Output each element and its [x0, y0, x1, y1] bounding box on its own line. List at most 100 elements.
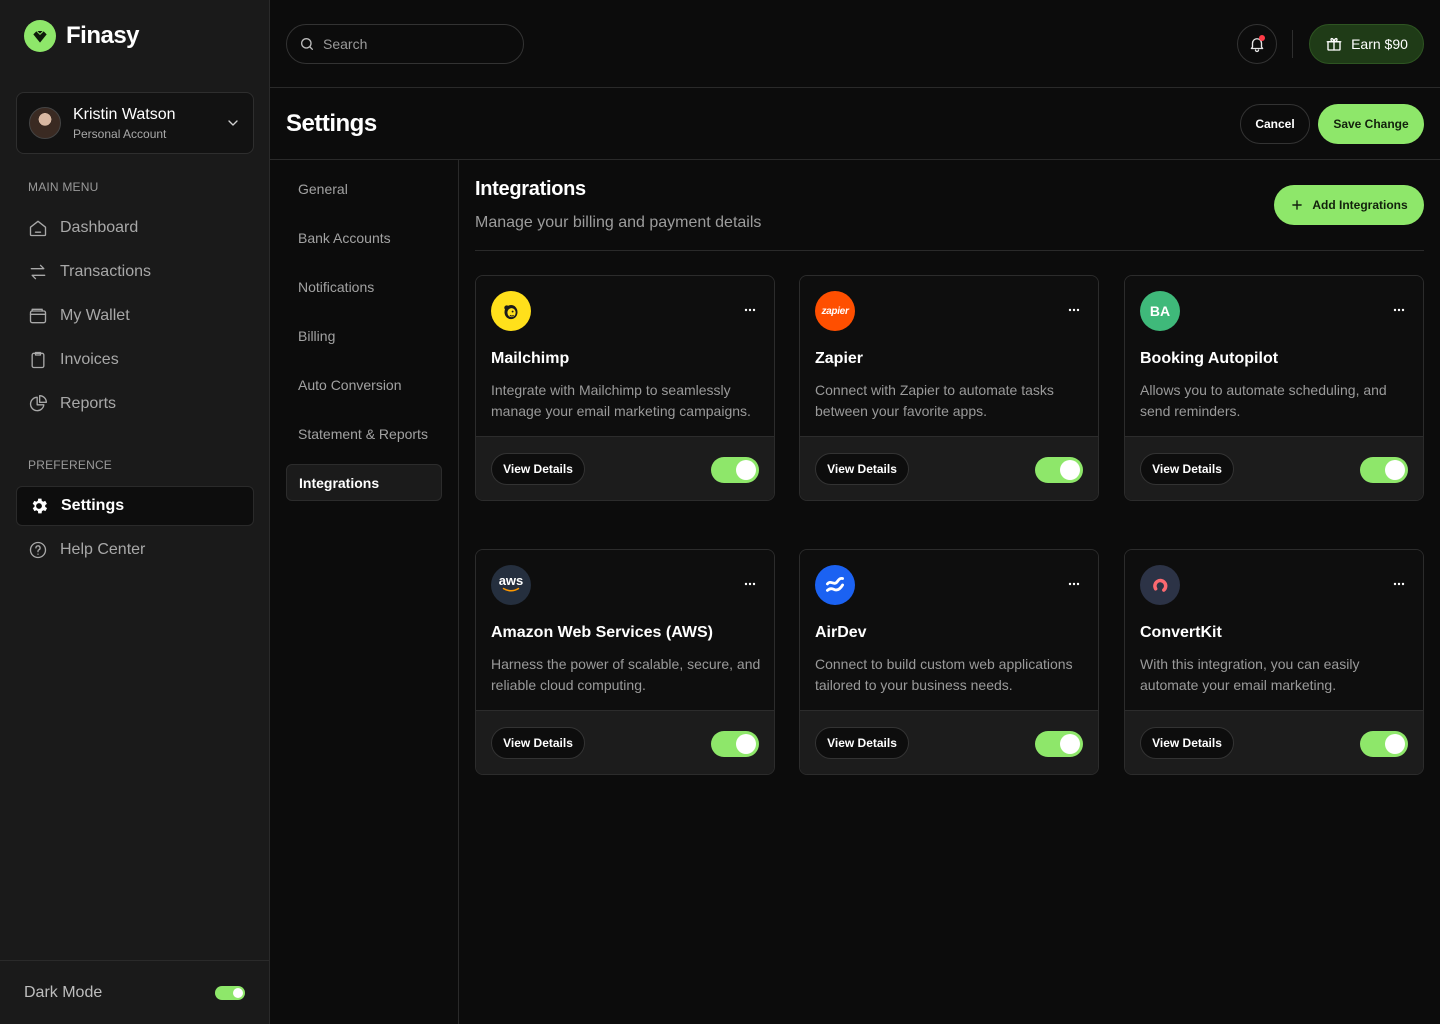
notification-dot: [1259, 35, 1265, 41]
account-name: Kristin Watson: [73, 105, 176, 123]
sidebar-item-label: My Wallet: [60, 307, 130, 324]
earn-label: Earn $90: [1351, 36, 1408, 52]
sidebar-item-label: Help Center: [60, 541, 146, 558]
sidebar-item-label: Transactions: [60, 263, 151, 280]
integration-toggle[interactable]: [1035, 457, 1083, 483]
tab-auto-conversion[interactable]: Auto Conversion: [286, 366, 442, 403]
card-description: Allows you to automate scheduling, and s…: [1140, 382, 1387, 419]
more-options-button[interactable]: [1064, 574, 1084, 594]
card-title: Booking Autopilot: [1140, 350, 1279, 367]
preference-label: PREFERENCE: [28, 458, 113, 472]
card-description: Harness the power of scalable, secure, a…: [491, 656, 761, 693]
sidebar-item-my-wallet[interactable]: My Wallet: [16, 296, 254, 336]
arrows-swap-icon: [30, 264, 46, 280]
more-options-button[interactable]: [1389, 300, 1409, 320]
main-menu-label: MAIN MENU: [28, 180, 99, 194]
sidebar-item-transactions[interactable]: Transactions: [16, 252, 254, 292]
search-input[interactable]: [323, 36, 503, 52]
more-horizontal-icon: [1393, 582, 1405, 586]
more-horizontal-icon: [1068, 308, 1080, 312]
view-details-button[interactable]: View Details: [491, 453, 585, 485]
card-title: Mailchimp: [491, 350, 570, 367]
integration-card-booking-autopilot: BA Booking Autopilot Allows you to autom…: [1124, 275, 1424, 501]
tab-general[interactable]: General: [286, 170, 442, 207]
sidebar-item-invoices[interactable]: Invoices: [16, 340, 254, 380]
page-title: Settings: [286, 110, 377, 137]
view-details-button[interactable]: View Details: [1140, 727, 1234, 759]
dark-mode-row: Dark Mode: [0, 960, 269, 1024]
view-details-button[interactable]: View Details: [815, 453, 909, 485]
more-options-button[interactable]: [1064, 300, 1084, 320]
aws-logo-icon: aws: [491, 565, 531, 605]
more-horizontal-icon: [1068, 582, 1080, 586]
sidebar-item-dashboard[interactable]: Dashboard: [16, 208, 254, 248]
add-integrations-button[interactable]: Add Integrations: [1274, 185, 1424, 225]
sidebar-item-help-center[interactable]: Help Center: [16, 530, 254, 570]
search-box[interactable]: [286, 24, 524, 64]
more-options-button[interactable]: [1389, 574, 1409, 594]
tab-notifications[interactable]: Notifications: [286, 268, 442, 305]
more-horizontal-icon: [1393, 308, 1405, 312]
more-horizontal-icon: [744, 582, 756, 586]
notifications-button[interactable]: [1237, 24, 1277, 64]
convertkit-logo-icon: [1140, 565, 1180, 605]
more-options-button[interactable]: [740, 574, 760, 594]
clipboard-icon: [31, 351, 45, 369]
dark-mode-toggle[interactable]: [215, 985, 245, 1000]
integration-toggle[interactable]: [711, 457, 759, 483]
integration-toggle[interactable]: [1360, 731, 1408, 757]
account-switcher[interactable]: Kristin Watson Personal Account: [16, 92, 254, 154]
main-menu: Dashboard Transactions My Wallet Invoice…: [16, 208, 254, 428]
card-title: AirDev: [815, 624, 867, 641]
integration-card-convertkit: ConvertKit With this integration, you ca…: [1124, 549, 1424, 775]
save-change-button[interactable]: Save Change: [1318, 104, 1424, 144]
booking-autopilot-logo-icon: BA: [1140, 291, 1180, 331]
gift-icon: [1326, 37, 1342, 51]
brand[interactable]: Finasy: [24, 20, 140, 52]
sidebar-item-label: Settings: [61, 497, 125, 514]
integration-toggle[interactable]: [1360, 457, 1408, 483]
integration-toggle[interactable]: [711, 731, 759, 757]
earn-button[interactable]: Earn $90: [1309, 24, 1424, 64]
brand-name: Finasy: [66, 22, 140, 49]
avatar: [29, 107, 61, 139]
card-title: Zapier: [815, 350, 864, 367]
sidebar-item-label: Reports: [60, 395, 117, 412]
sidebar-item-reports[interactable]: Reports: [16, 384, 254, 424]
view-details-button[interactable]: View Details: [815, 727, 909, 759]
tab-integrations[interactable]: Integrations: [286, 464, 442, 501]
integration-card-aws: aws Amazon Web Services (AWS) Harness th…: [475, 549, 775, 775]
integration-card-mailchimp: Mailchimp Integrate with Mailchimp to se…: [475, 275, 775, 501]
settings-subnav: General Bank Accounts Notifications Bill…: [270, 160, 459, 1024]
search-icon: [301, 38, 313, 50]
plus-icon: [1292, 200, 1303, 210]
dark-mode-label: Dark Mode: [24, 983, 103, 1001]
more-horizontal-icon: [744, 308, 756, 312]
preference-menu: Settings Help Center: [16, 486, 254, 574]
card-description: Integrate with Mailchimp to seamlessly m…: [491, 382, 751, 419]
integration-toggle[interactable]: [1035, 731, 1083, 757]
more-options-button[interactable]: [740, 300, 760, 320]
integration-card-zapier: zapier Zapier Connect with Zapier to aut…: [799, 275, 1099, 501]
mailchimp-logo-icon: [491, 291, 531, 331]
tab-bank-accounts[interactable]: Bank Accounts: [286, 219, 442, 256]
card-description: Connect with Zapier to automate tasks be…: [815, 382, 1054, 419]
tab-statement-reports[interactable]: Statement & Reports: [286, 415, 442, 452]
sidebar-item-settings[interactable]: Settings: [16, 486, 254, 526]
topbar: Earn $90: [270, 0, 1440, 88]
wallet-icon: [29, 308, 47, 324]
tab-billing[interactable]: Billing: [286, 317, 442, 354]
gear-icon: [32, 498, 48, 514]
home-icon: [29, 220, 47, 237]
card-title: Amazon Web Services (AWS): [491, 624, 713, 641]
cancel-button[interactable]: Cancel: [1240, 104, 1310, 144]
chevron-down-icon: [228, 120, 238, 126]
card-description: With this integration, you can easily au…: [1140, 656, 1360, 693]
integration-card-airdev: AirDev Connect to build custom web appli…: [799, 549, 1099, 775]
view-details-button[interactable]: View Details: [491, 727, 585, 759]
card-description: Connect to build custom web applications…: [815, 656, 1073, 693]
view-details-button[interactable]: View Details: [1140, 453, 1234, 485]
sidebar: Finasy Kristin Watson Personal Account M…: [0, 0, 270, 1024]
section-subtitle: Manage your billing and payment details: [475, 214, 762, 231]
section-title: Integrations: [475, 178, 586, 200]
